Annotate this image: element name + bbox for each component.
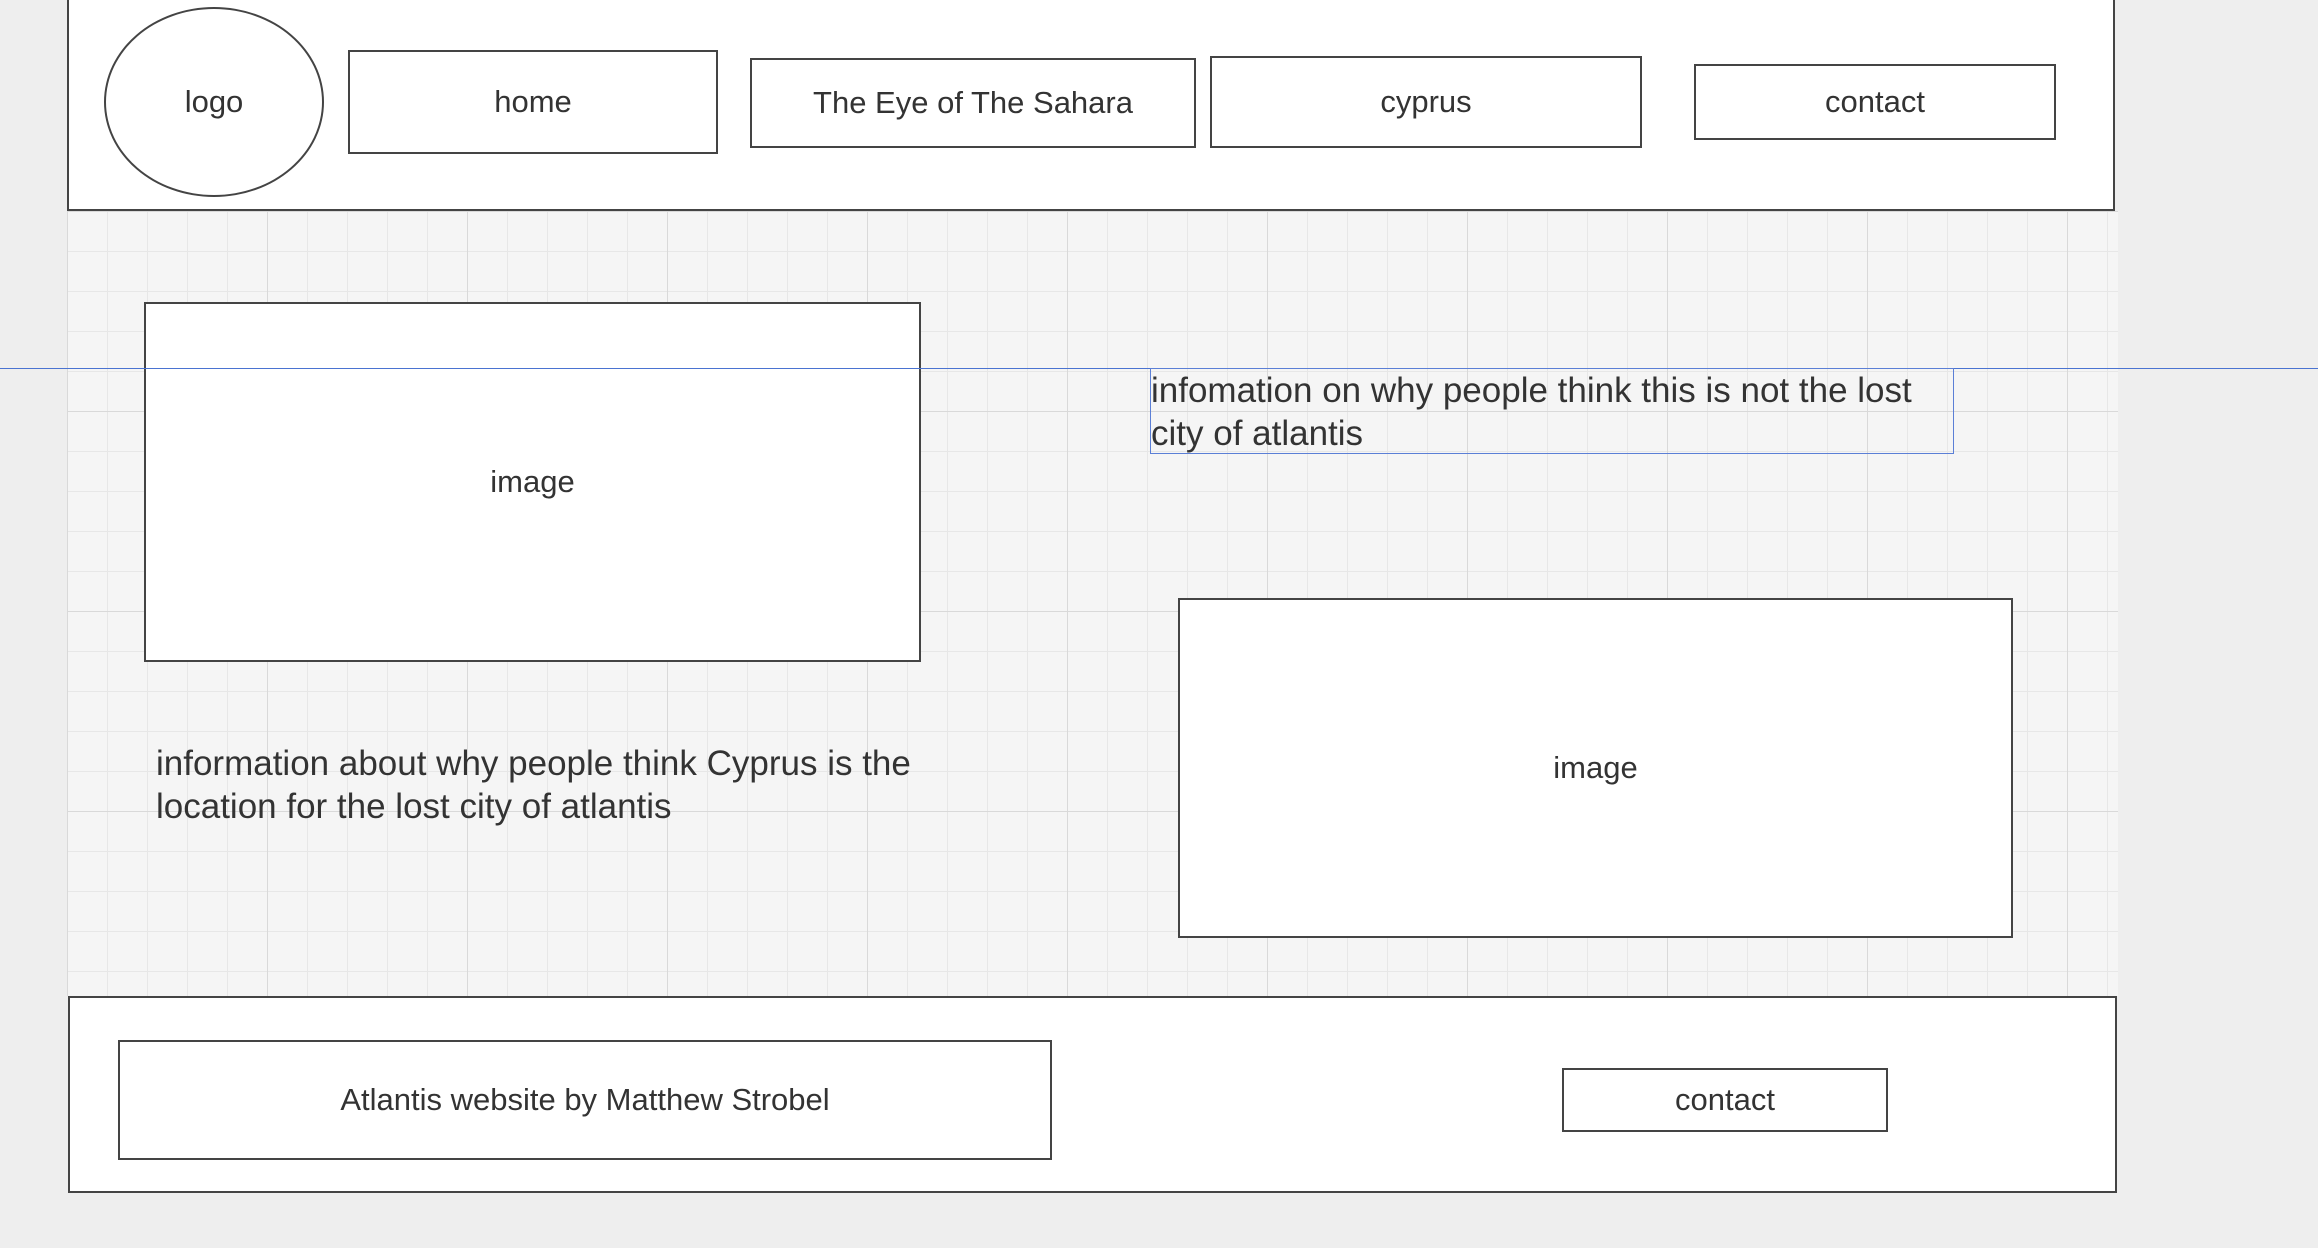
nav-cyprus-button[interactable]: cyprus — [1210, 56, 1642, 148]
nav-contact-button[interactable]: contact — [1694, 64, 2056, 140]
left-image-label: image — [490, 464, 575, 499]
right-image-label: image — [1553, 750, 1638, 785]
left-image-placeholder[interactable]: image — [144, 302, 921, 662]
not-atlantis-info-text[interactable]: infomation on why people think this is n… — [1150, 368, 1954, 454]
right-image-placeholder[interactable]: image — [1178, 598, 2013, 938]
nav-home-label: home — [494, 84, 572, 119]
footer-contact-button[interactable]: contact — [1562, 1068, 1888, 1132]
cyprus-info-text[interactable]: information about why people think Cypru… — [156, 742, 936, 828]
nav-eye-of-sahara-button[interactable]: The Eye of The Sahara — [750, 58, 1196, 148]
logo-label: logo — [184, 84, 244, 119]
logo-placeholder[interactable]: logo — [104, 7, 324, 197]
nav-eye-of-sahara-label: The Eye of The Sahara — [813, 85, 1133, 120]
nav-cyprus-label: cyprus — [1380, 84, 1472, 119]
wireframe-canvas: logo home The Eye of The Sahara cyprus c… — [0, 0, 2318, 1248]
footer-credit-label: Atlantis website by Matthew Strobel — [340, 1082, 830, 1117]
nav-contact-label: contact — [1825, 84, 1925, 119]
nav-home-button[interactable]: home — [348, 50, 718, 154]
footer-contact-label: contact — [1675, 1082, 1775, 1117]
footer-credit-box[interactable]: Atlantis website by Matthew Strobel — [118, 1040, 1052, 1160]
